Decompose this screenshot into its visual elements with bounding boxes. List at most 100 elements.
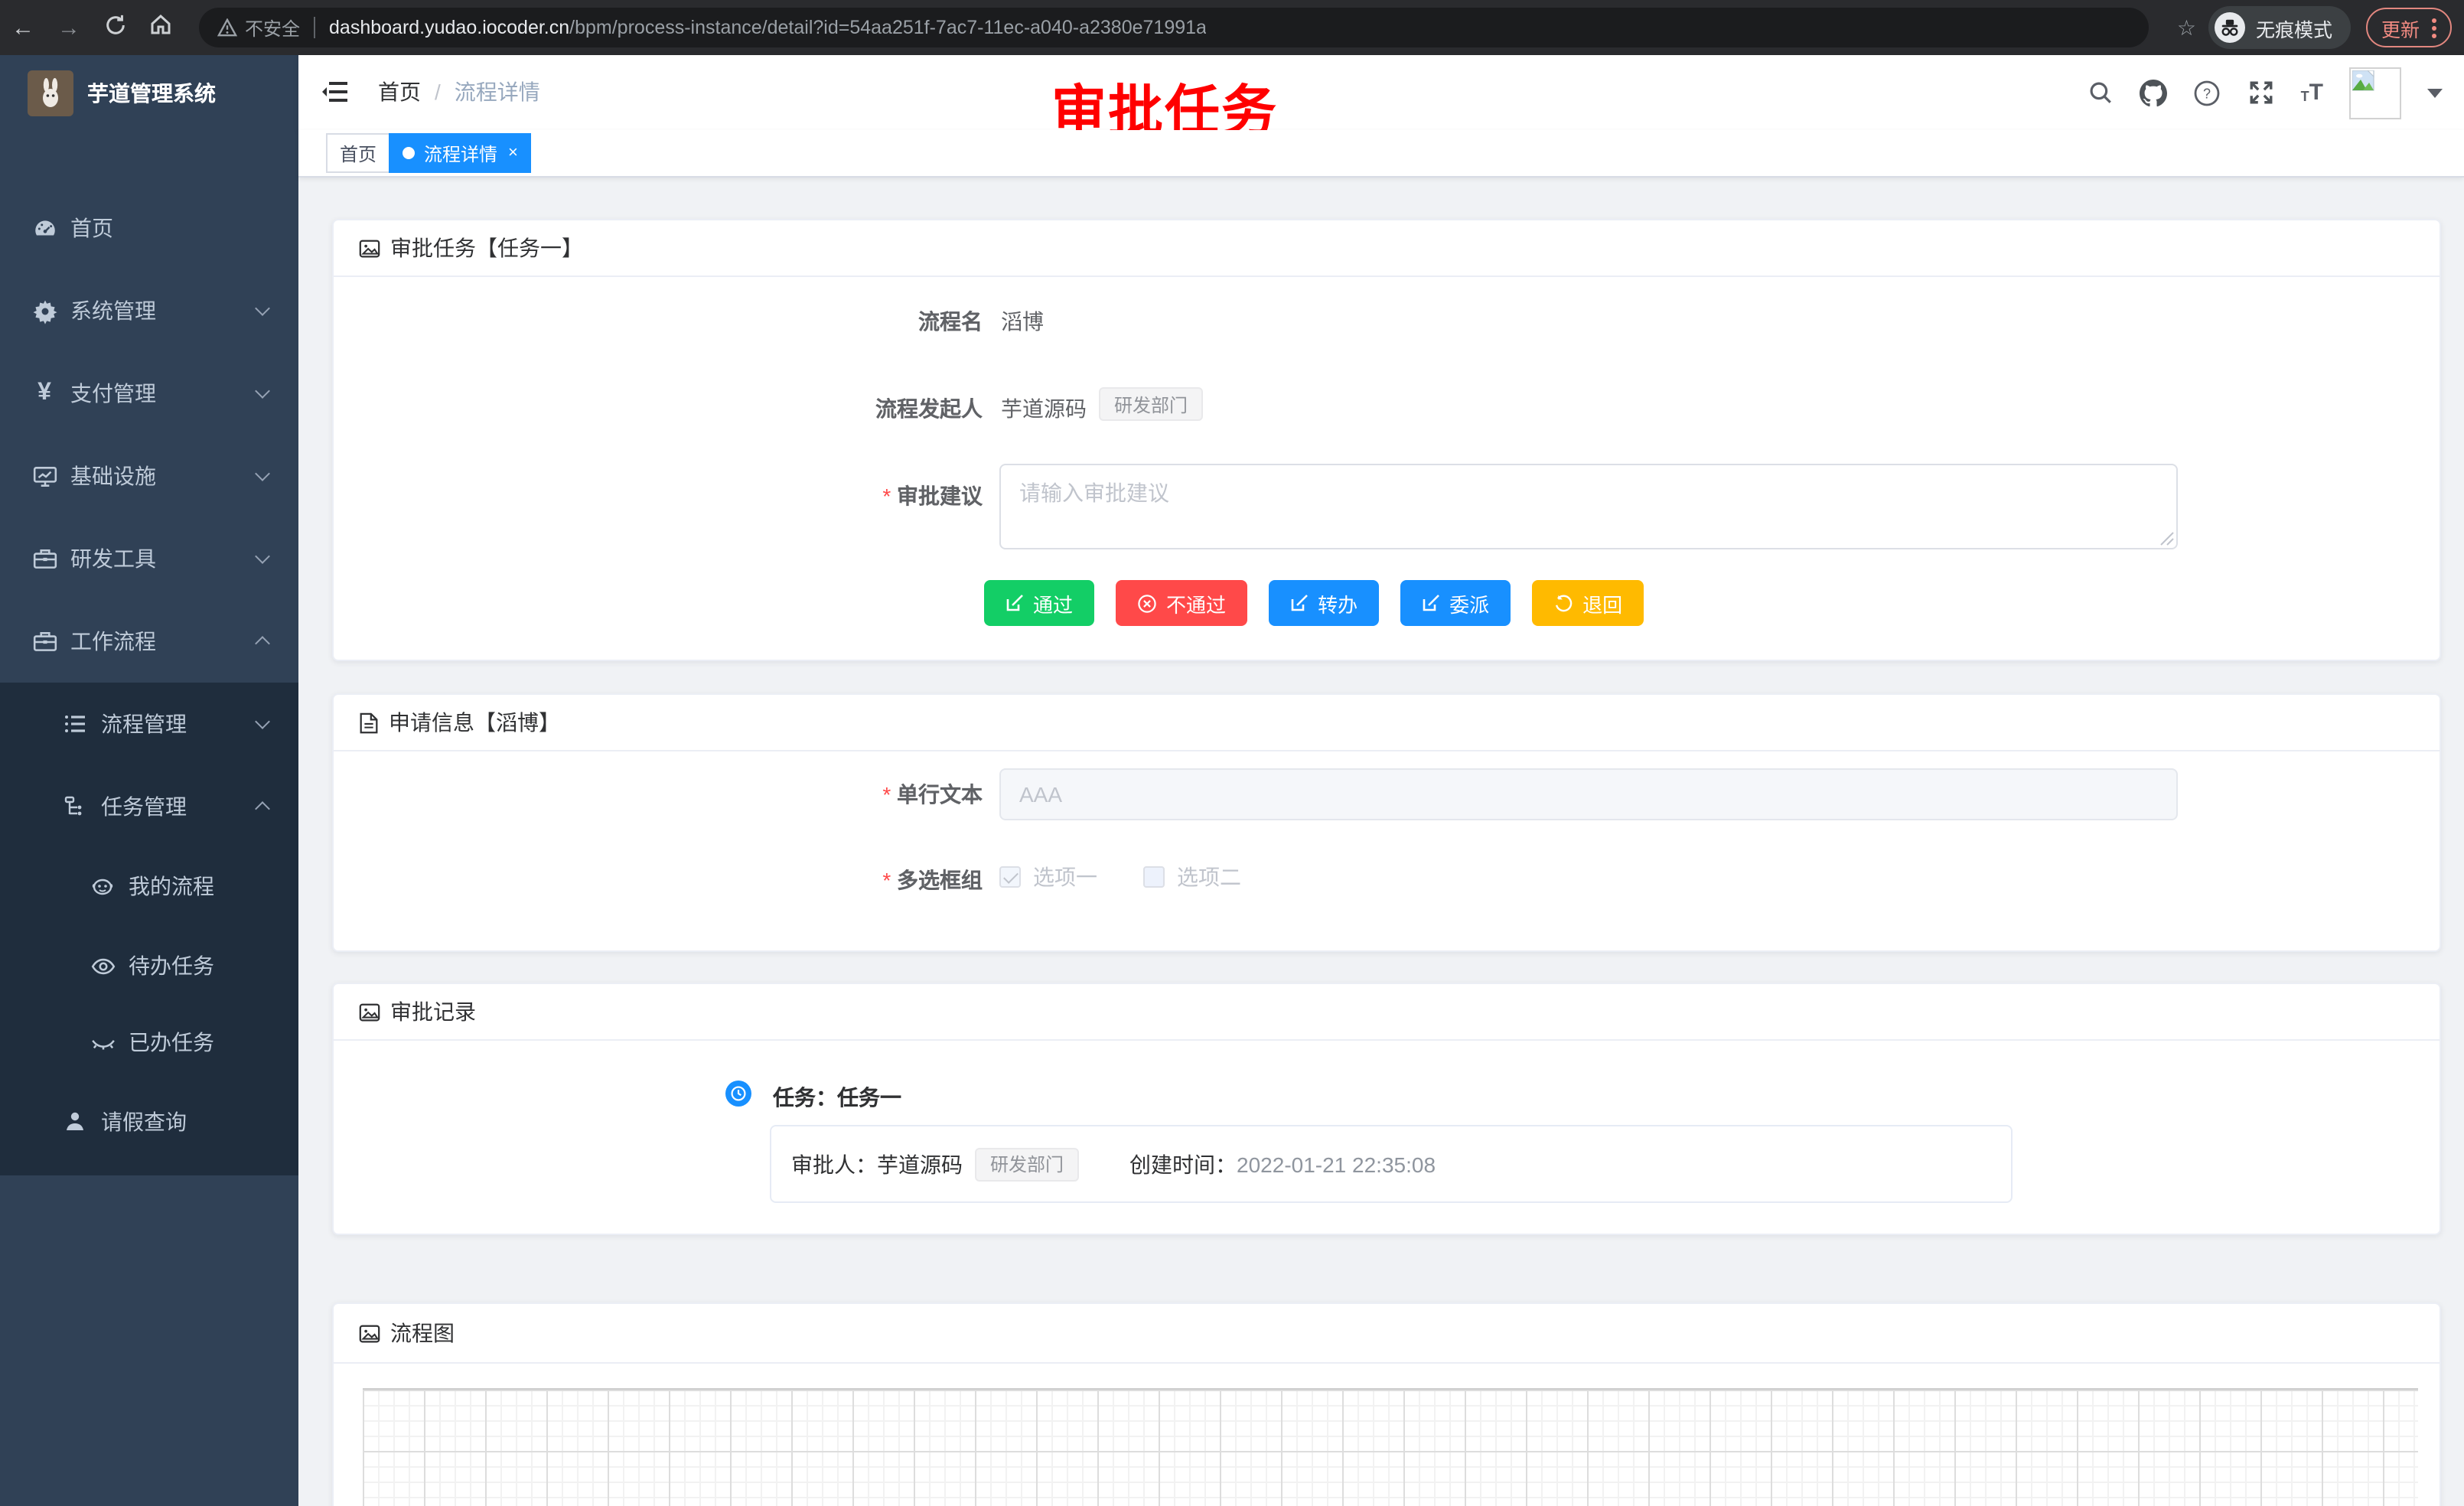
sidebar-item-process-mgmt[interactable]: 流程管理: [0, 683, 298, 765]
button-label: 不通过: [1166, 588, 1226, 618]
edit-icon: [1422, 594, 1440, 612]
browser-menu-icon[interactable]: [2432, 18, 2436, 37]
sidebar-item-label: 任务管理: [101, 791, 187, 822]
sidebar-item-leave-query[interactable]: 请假查询: [0, 1081, 298, 1163]
url-bar[interactable]: 不安全 dashboard.yudao.iocoder.cn /bpm/proc…: [199, 8, 2149, 47]
sidebar-item-system[interactable]: 系统管理: [0, 269, 298, 352]
sidebar-item-label: 已办任务: [129, 1027, 214, 1058]
sidebar-item-devtools[interactable]: 研发工具: [0, 517, 298, 600]
sidebar-item-done-tasks[interactable]: 已办任务: [0, 1004, 298, 1081]
text-field-label: 单行文本: [768, 779, 983, 810]
sidebar-item-label: 待办任务: [129, 950, 214, 981]
close-icon[interactable]: ×: [508, 145, 518, 161]
card-title: 审批记录: [390, 996, 476, 1027]
button-label: 转办: [1318, 588, 1357, 618]
toolbox-icon: [31, 545, 58, 572]
created-label: 创建时间：: [1129, 1149, 1237, 1179]
avatar-caret-icon[interactable]: [2427, 88, 2443, 97]
tag-home[interactable]: 首页: [326, 133, 390, 173]
task-title: 任务：任务一: [773, 1082, 901, 1113]
eye-closed-icon: [89, 1028, 116, 1056]
gear-icon: [31, 297, 58, 324]
delegate-button[interactable]: 委派: [1400, 580, 1511, 626]
checkbox-label: 选项一: [1033, 862, 1097, 892]
search-icon[interactable]: [2087, 79, 2114, 106]
svg-text:?: ?: [2204, 85, 2211, 100]
sidebar-item-label: 基础设施: [70, 461, 156, 491]
reload-icon[interactable]: [92, 13, 138, 42]
edit-icon: [1290, 594, 1309, 612]
url-path: /bpm/process-instance/detail?id=54aa251f…: [569, 17, 1207, 38]
process-name-value: 滔博: [1001, 306, 1044, 337]
sidebar-item-payment[interactable]: ¥ 支付管理: [0, 352, 298, 435]
card-title: 审批任务【任务一】: [390, 233, 583, 263]
transfer-button[interactable]: 转办: [1269, 580, 1379, 626]
sidebar-item-task-mgmt[interactable]: 任务管理: [0, 765, 298, 848]
breadcrumb-home[interactable]: 首页: [378, 77, 421, 107]
tag-process-detail[interactable]: 流程详情 ×: [389, 133, 532, 173]
picture-icon: [358, 1000, 381, 1023]
checkbox-group-label: 多选框组: [768, 865, 983, 895]
button-label: 通过: [1033, 588, 1073, 618]
approver-label: 审批人：: [791, 1149, 877, 1179]
broken-image-icon: [2352, 70, 2377, 91]
return-button[interactable]: 退回: [1532, 580, 1644, 626]
sidebar-item-todo-tasks[interactable]: 待办任务: [0, 927, 298, 1004]
back-icon[interactable]: ←: [0, 15, 46, 41]
application-info-card: 申请信息【滔博】 单行文本 多选框组 选项一 选项二: [332, 693, 2441, 952]
dashboard-icon: [31, 214, 58, 242]
sidebar-item-label: 请假查询: [101, 1107, 187, 1137]
dept-tag: 研发部门: [975, 1147, 1079, 1181]
initiator-label: 流程发起人: [768, 393, 983, 424]
sidebar-item-workflow[interactable]: 工作流程: [0, 600, 298, 683]
bpmn-grid-canvas[interactable]: [363, 1388, 2418, 1506]
sidebar-item-home[interactable]: 首页: [0, 187, 298, 269]
help-icon[interactable]: ?: [2194, 79, 2221, 106]
reject-button[interactable]: 不通过: [1116, 580, 1247, 626]
sidebar-item-label: 流程管理: [101, 709, 187, 739]
edit-icon: [1005, 594, 1024, 612]
github-icon[interactable]: [2140, 79, 2168, 106]
sidebar-item-label: 我的流程: [129, 871, 214, 901]
picture-icon: [358, 236, 381, 259]
approval-records-card: 审批记录 任务：任务一 审批人： 芋道源码 研发部门 创建时间： 2022-01…: [332, 983, 2441, 1235]
collapse-sidebar-icon[interactable]: [317, 73, 354, 110]
briefcase-icon: [31, 628, 58, 655]
card-title: 申请信息【滔博】: [389, 707, 560, 738]
checkbox-option-1: 选项一: [999, 862, 1097, 892]
approval-record-item: 审批人： 芋道源码 研发部门 创建时间： 2022-01-21 22:35:08: [770, 1125, 2013, 1203]
chevron-down-icon: [255, 301, 270, 316]
approver-value: 芋道源码: [877, 1149, 963, 1179]
flow-list-icon: [61, 710, 89, 738]
sidebar-logo[interactable]: 芋道管理系统: [0, 55, 298, 132]
circle-close-icon: [1137, 593, 1157, 613]
suggestion-label: 审批建议: [768, 481, 983, 511]
sidebar: 芋道管理系统 首页 系统管理 ¥ 支付管理 基础设施: [0, 55, 298, 1506]
button-label: 退回: [1582, 588, 1622, 618]
breadcrumb-current: 流程详情: [455, 77, 540, 107]
button-label: 委派: [1449, 588, 1489, 618]
sidebar-item-infra[interactable]: 基础设施: [0, 435, 298, 517]
security-indicator[interactable]: 不安全: [217, 15, 300, 41]
url-host: dashboard.yudao.iocoder.cn: [329, 17, 569, 38]
chevron-down-icon: [255, 383, 270, 399]
suggestion-textarea[interactable]: [999, 464, 2178, 549]
font-size-icon[interactable]: TT: [2301, 81, 2323, 104]
robot-face-icon: [89, 872, 116, 900]
tag-label: 首页: [340, 140, 376, 166]
approve-button[interactable]: 通过: [984, 580, 1094, 626]
approval-actions: 通过 不通过 转办 委派 退回: [984, 580, 1644, 626]
reload-icon: [103, 13, 126, 36]
monitor-icon: [31, 462, 58, 490]
avatar[interactable]: [2349, 67, 2401, 119]
app-title: 芋道管理系统: [87, 78, 216, 109]
forward-icon[interactable]: →: [46, 15, 92, 41]
sidebar-item-my-process[interactable]: 我的流程: [0, 848, 298, 924]
home-icon[interactable]: [138, 12, 184, 43]
bookmark-star-icon[interactable]: ☆: [2177, 15, 2196, 41]
divider: [314, 17, 315, 38]
sidebar-item-label: 工作流程: [70, 626, 156, 657]
fullscreen-icon[interactable]: [2247, 79, 2275, 106]
task-tree-icon: [61, 793, 89, 820]
update-button[interactable]: 更新: [2366, 8, 2452, 47]
